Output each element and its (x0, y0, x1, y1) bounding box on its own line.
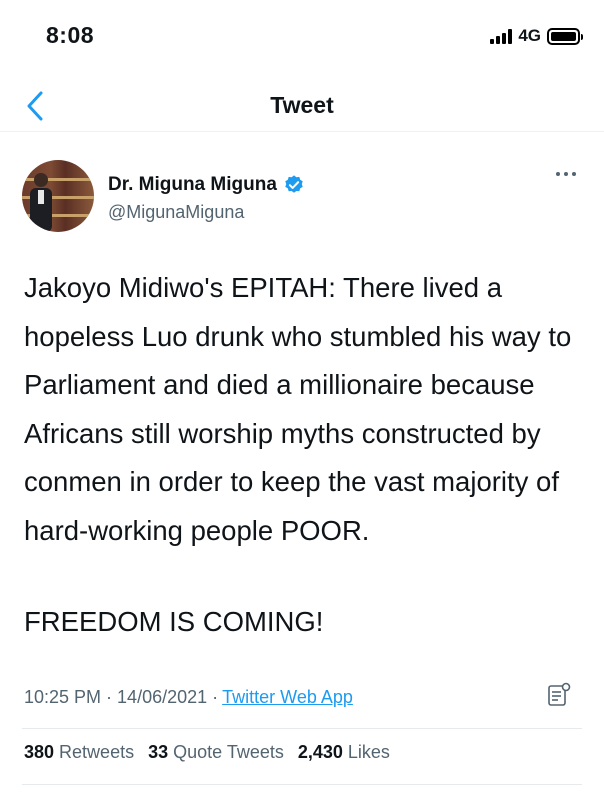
author-name[interactable]: Dr. Miguna Miguna (108, 174, 277, 196)
tweet-body-closing: FREEDOM IS COMING! (24, 606, 324, 637)
author-row: Dr. Miguna Miguna (108, 174, 305, 196)
quote-count: 33 (148, 742, 169, 762)
tweet-body: Jakoyo Midiwo's EPITAH: There lived a ho… (24, 272, 572, 546)
status-indicators: 4G (490, 26, 583, 46)
more-icon (556, 172, 560, 176)
person-figure-icon (30, 173, 52, 232)
likes-label: Likes (347, 742, 390, 762)
retweets-stat[interactable]: 380 Retweets (24, 742, 134, 770)
battery-icon (547, 27, 583, 45)
meta-separator: · (101, 686, 118, 707)
likes-stat[interactable]: 2,430 Likes (298, 742, 390, 770)
divider (22, 784, 582, 785)
avatar[interactable] (22, 160, 94, 232)
analytics-icon[interactable] (546, 682, 572, 708)
tweet-date: 14/06/2021 (117, 686, 208, 707)
quote-tweets-stat[interactable]: 33 Quote Tweets (148, 742, 284, 770)
status-time: 8:08 (46, 22, 95, 48)
quote-label: Quote Tweets (173, 742, 284, 762)
retweets-count: 380 (24, 742, 55, 762)
author-handle[interactable]: @MigunaMiguna (108, 202, 244, 223)
top-navigation: Tweet (0, 82, 604, 132)
source-app-link[interactable]: Twitter Web App (222, 687, 353, 708)
meta-separator: · (207, 686, 219, 707)
tweet-header: Dr. Miguna Miguna @MigunaMiguna (22, 160, 582, 240)
more-options-button[interactable] (556, 172, 576, 176)
retweets-label: Retweets (59, 742, 135, 762)
engagement-stats: 380 Retweets 33 Quote Tweets 2,430 Likes (24, 742, 580, 770)
tweet-time: 10:25 PM (24, 686, 102, 707)
divider (22, 728, 582, 729)
tweet-meta: 10:25 PM · 14/06/2021 · Twitter Web App (24, 682, 580, 712)
network-label: 4G (518, 26, 541, 45)
status-bar: 8:08 4G (0, 0, 604, 70)
page-title: Tweet (270, 92, 334, 118)
likes-count: 2,430 (297, 742, 343, 762)
signal-icon (490, 28, 513, 44)
verified-badge-icon (285, 175, 303, 193)
